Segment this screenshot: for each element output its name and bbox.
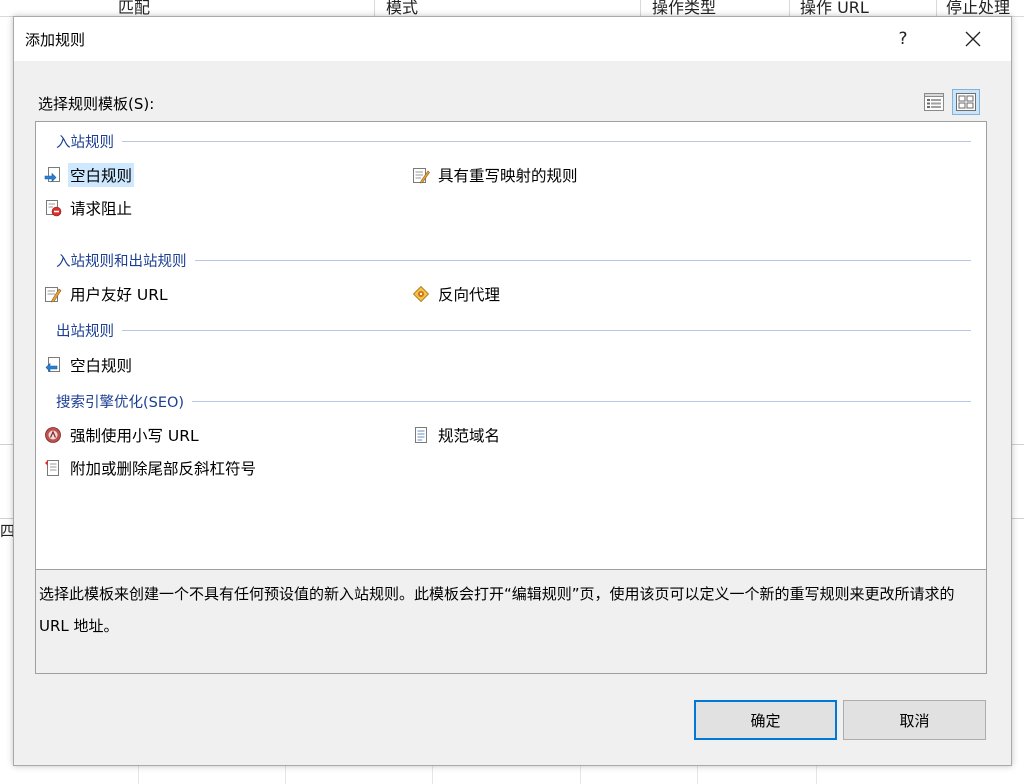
- bg-column-separator: [640, 0, 641, 16]
- reverse-proxy-icon: [412, 285, 430, 303]
- background-bottom-separator: [285, 764, 286, 784]
- help-button[interactable]: ?: [880, 17, 926, 61]
- bg-column-separator: [789, 0, 790, 16]
- user-friendly-url-icon: [45, 287, 62, 303]
- template-item-lowercase-url[interactable]: 强制使用小写 URL: [44, 423, 201, 447]
- template-item-reverse-proxy[interactable]: 反向代理: [412, 282, 502, 306]
- group-divider: [192, 400, 971, 402]
- blank-inbound-rule-icon: [44, 167, 60, 183]
- dialog-title: 添加规则: [25, 31, 86, 49]
- template-item-label: 强制使用小写 URL: [70, 427, 199, 445]
- tiles-view-icon: [956, 93, 976, 111]
- template-description: 选择此模板来创建一个不具有任何预设值的新入站规则。此模板会打开“编辑规则”页，使…: [35, 569, 987, 674]
- request-blocking-icon: [46, 200, 62, 217]
- group-divider: [194, 259, 971, 261]
- group-header-label: 搜索引擎优化(SEO): [56, 394, 185, 411]
- template-item-label: 用户友好 URL: [70, 286, 168, 304]
- group-divider: [122, 329, 971, 331]
- group-header-inbound-outbound: 入站规则和出站规则: [56, 250, 971, 270]
- background-bottom-row: [0, 764, 1024, 784]
- trailing-slash-icon: [45, 460, 59, 476]
- background-bottom-separator: [697, 764, 698, 784]
- template-item-label: 反向代理: [438, 286, 501, 304]
- dialog-titlebar[interactable]: 添加规则 ?: [14, 17, 1011, 61]
- close-icon: [965, 31, 981, 47]
- bg-column-stop: 停止处理: [946, 0, 1011, 17]
- template-item-canonical-domain[interactable]: 规范域名: [412, 423, 502, 447]
- template-item-label: 具有重写映射的规则: [438, 167, 578, 185]
- template-select-label: 选择规则模板(S):: [38, 95, 155, 113]
- help-icon: ?: [898, 29, 908, 49]
- tiles-view-button[interactable]: [952, 89, 980, 115]
- group-header-label: 入站规则和出站规则: [56, 253, 187, 270]
- group-header-outbound: 出站规则: [56, 320, 971, 340]
- add-rule-dialog: 添加规则 ? 选择规则模板(S): 入站规则 空白规则 具有重写映射的规则 请求…: [13, 16, 1012, 766]
- background-bottom-separator: [816, 764, 817, 784]
- template-item-request-blocking[interactable]: 请求阻止: [44, 196, 134, 220]
- template-item-label: 请求阻止: [70, 200, 133, 218]
- details-view-icon: [924, 93, 944, 111]
- template-item-rewrite-map-rule[interactable]: 具有重写映射的规则: [412, 163, 580, 187]
- template-item-label: 空白规则: [68, 163, 135, 187]
- bg-column-action-type: 操作类型: [652, 0, 717, 17]
- rule-template-list[interactable]: 入站规则 空白规则 具有重写映射的规则 请求阻止 入站规则和出站规则 用户友好 …: [35, 121, 987, 570]
- blank-outbound-rule-icon: [45, 357, 60, 373]
- template-item-label: 附加或删除尾部反斜杠符号: [70, 460, 257, 478]
- bg-column-match: 匹配: [118, 0, 151, 17]
- details-view-button[interactable]: [920, 89, 948, 115]
- bg-column-separator: [374, 0, 375, 16]
- template-item-user-friendly-url[interactable]: 用户友好 URL: [44, 282, 170, 306]
- background-bottom-separator: [138, 764, 139, 784]
- template-item-label: 规范域名: [438, 427, 501, 445]
- canonical-domain-icon: [415, 427, 427, 443]
- template-item-trailing-slash[interactable]: 附加或删除尾部反斜杠符号: [44, 456, 258, 480]
- template-item-blank-inbound-rule[interactable]: 空白规则: [44, 163, 135, 187]
- bg-column-action-url: 操作 URL: [800, 0, 869, 17]
- close-button[interactable]: [950, 17, 996, 61]
- bg-column-pattern: 模式: [386, 0, 419, 17]
- background-table-header: 匹配 模式 操作类型 操作 URL 停止处理: [0, 0, 1024, 17]
- rewrite-map-rule-icon: [413, 168, 430, 184]
- bg-column-separator: [936, 0, 937, 16]
- group-header-label: 入站规则: [56, 134, 114, 151]
- group-divider: [122, 140, 971, 142]
- lowercase-url-icon: [45, 427, 61, 443]
- template-item-label: 空白规则: [70, 357, 133, 375]
- ok-button[interactable]: 确定: [694, 700, 837, 740]
- background-bottom-separator: [580, 764, 581, 784]
- group-header-label: 出站规则: [56, 323, 114, 340]
- cancel-button[interactable]: 取消: [843, 700, 986, 740]
- group-header-seo: 搜索引擎优化(SEO): [56, 391, 971, 411]
- template-item-blank-outbound-rule[interactable]: 空白规则: [44, 353, 134, 377]
- group-header-inbound: 入站规则: [56, 131, 971, 151]
- background-bottom-separator: [432, 764, 433, 784]
